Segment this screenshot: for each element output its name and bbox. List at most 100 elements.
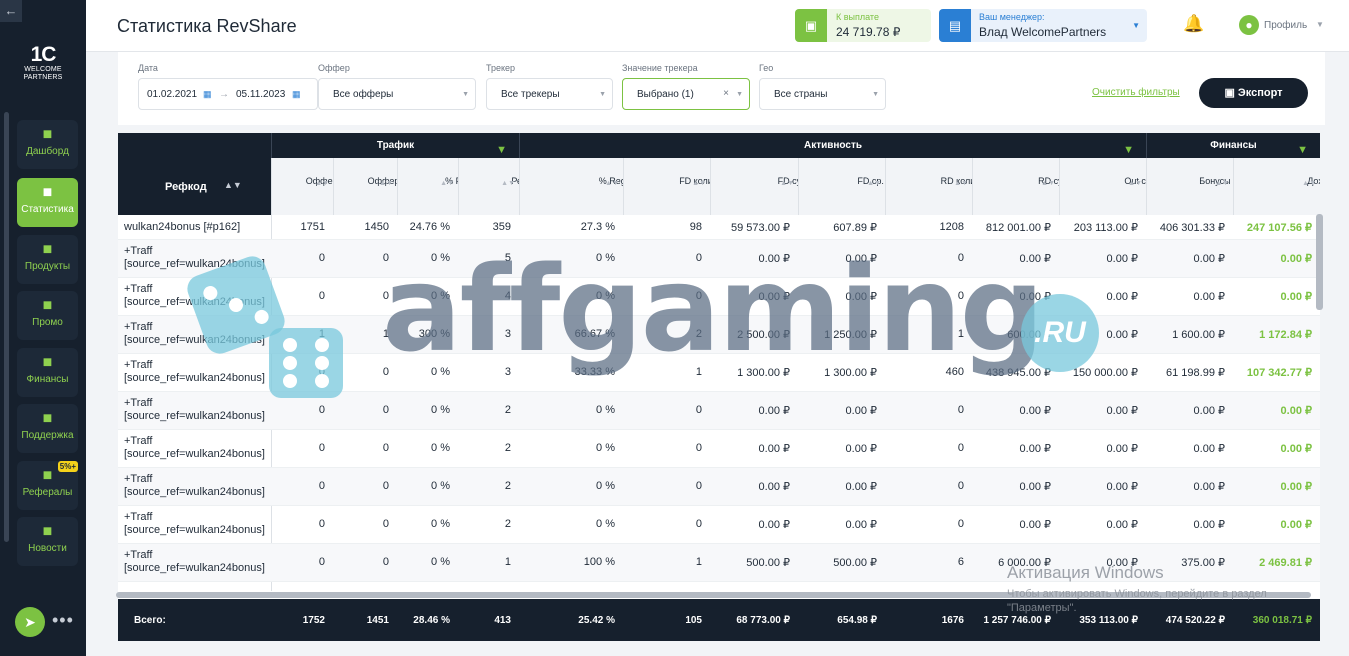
brand-logo[interactable]: 1C WELCOME PARTNERS [18, 44, 68, 82]
tracker-select[interactable]: Все трекеры ▼ [486, 78, 613, 110]
column-header-out_sum[interactable]: Out сумма▲▼ [1059, 158, 1168, 215]
cell-fd_count: 0 [695, 518, 702, 530]
windows-activation-notice: Активация Windows Чтобы активировать Win… [1007, 563, 1327, 615]
collapse-sidebar-button[interactable]: ← [0, 0, 22, 22]
refcode-header[interactable]: Рефкод ▲▼ [118, 133, 271, 215]
cell-fd_sum: 2 500.00 ₽ [737, 329, 790, 341]
column-header-income[interactable]: Доход▲▼ [1233, 158, 1320, 215]
column-header-reg2dep[interactable]: % Reg2Dep▲▼ [519, 158, 647, 215]
sidebar-item-0[interactable]: ■ Дашборд [17, 120, 78, 169]
cell-reg_pct: 300 % [418, 328, 450, 340]
sort-icon[interactable]: ▲▼ [780, 180, 794, 187]
sidebar-item-6[interactable]: ■ Рефералы 5%+ [17, 461, 78, 510]
cell-out_sum: 0.00 ₽ [1106, 481, 1138, 493]
table-row[interactable]: +Traff [source_ref=wulkan24bonus] 0 0 0 % 2 0… [118, 468, 1320, 506]
clear-icon[interactable]: × [723, 88, 729, 99]
column-header-fd_count[interactable]: FD количество▲▼ [623, 158, 741, 215]
sidebar-item-2[interactable]: ■ Продукты [17, 235, 78, 284]
calendar-icon[interactable]: ▦ [292, 89, 301, 100]
total-fd_sum: 68 773.00 ₽ [736, 615, 790, 626]
column-header-hosts[interactable]: Оффер хосты▲▼ [333, 158, 426, 215]
manager-dropdown[interactable]: ▤ Ваш менеджер: Влад WelcomePartners ▼ [939, 9, 1147, 42]
column-header-reg_pct[interactable]: % Рег.▲▼ [397, 158, 471, 215]
sort-icon[interactable]: ▲▼ [1041, 180, 1055, 187]
cell-reg: 2 [504, 518, 511, 530]
total-bonus: 474 520.22 ₽ [1165, 615, 1225, 626]
table-row[interactable]: wulkan24bonus [#p162] 1751 1450 24.76 % 359 2… [118, 215, 1320, 240]
date-from[interactable]: 01.02.2021 [147, 89, 197, 100]
sort-icon[interactable]: ▲▼ [692, 180, 706, 187]
cell-fd_avg: 500.00 ₽ [833, 557, 877, 569]
bell-icon[interactable]: 🔔 [1183, 14, 1204, 34]
more-dots-icon[interactable]: ••• [52, 610, 74, 631]
cell-fd_count: 0 [695, 442, 702, 454]
vertical-scrollbar[interactable] [1316, 214, 1323, 310]
cell-reg: 2 [504, 404, 511, 416]
tracker-value-select[interactable]: Выбрано (1) × ▼ [622, 78, 750, 110]
column-header-reg[interactable]: Рег.▲▼ [458, 158, 527, 215]
sort-icon[interactable]: ▲▼ [605, 180, 619, 187]
table-row[interactable]: +Traff [source_ref=wulkan24bonus] 0 0 0 % 4 0… [118, 278, 1320, 316]
column-header-bonus[interactable]: Бонусы игрокам▲▼ [1146, 158, 1267, 215]
sort-icon[interactable]: ▲▼ [224, 180, 242, 190]
column-header-hits[interactable]: Оффер хиты▲▼ [271, 158, 360, 215]
sidebar-item-7[interactable]: ■ Новости [17, 517, 78, 566]
cell-hits: 0 [318, 252, 325, 264]
sort-icon[interactable]: ▲▼ [379, 180, 393, 187]
table-row[interactable]: +Traff [source_ref=wulkan24bonus] 0 0 0 % 2 0… [118, 430, 1320, 468]
sort-icon[interactable]: ▲▼ [954, 180, 968, 187]
date-range-picker[interactable]: 01.02.2021 ▦ → 05.11.2023 ▦ [138, 78, 318, 110]
table-row[interactable]: +Traff [source_ref=wulkan24bonus] 0 0 0 % 2 0… [118, 506, 1320, 544]
total-fd_count: 105 [685, 615, 702, 626]
table-row[interactable]: +Traff [source_ref=wulkan24bonus] 1 1 300 %… [118, 316, 1320, 354]
cell-fd_avg: 0.00 ₽ [845, 443, 877, 455]
export-button[interactable]: ▣ Экспорт [1199, 78, 1308, 108]
sidebar-scrollbar[interactable] [4, 112, 9, 542]
cell-rd_sum: 0.00 ₽ [1019, 291, 1051, 303]
profile-menu[interactable]: Профиль [1264, 20, 1307, 31]
arrow-right-icon: → [219, 89, 229, 100]
cell-hosts: 0 [382, 252, 389, 264]
cell-reg_pct: 0 % [431, 442, 450, 454]
sidebar-item-1[interactable]: ■ Статистика [17, 178, 78, 227]
sort-icon[interactable]: ▲▼ [1128, 180, 1142, 187]
table-row[interactable]: +Traff [source_ref=wulkan24bonus] 0 0 0 % 3 3… [118, 354, 1320, 392]
geo-select[interactable]: Все страны ▼ [759, 78, 886, 110]
home-icon: ■ [42, 126, 53, 143]
cell-rd_sum: 0.00 ₽ [1019, 405, 1051, 417]
clear-filters-link[interactable]: Очистить фильтры [1092, 87, 1180, 98]
sidebar-item-4[interactable]: ■ Финансы [17, 348, 78, 397]
offer-select[interactable]: Все офферы ▼ [318, 78, 476, 110]
sort-icon[interactable]: ▲▼ [501, 180, 515, 187]
sort-icon[interactable]: ▲▼ [1302, 180, 1316, 187]
telegram-icon[interactable]: ➤ [15, 607, 45, 637]
payout-widget[interactable]: ▣ К выплате 24 719.78 ₽ [795, 9, 931, 42]
column-header-fd_sum[interactable]: FD сумма▲▼ [710, 158, 818, 215]
sidebar-item-5[interactable]: ■ Поддержка [17, 404, 78, 453]
cell-hits: 0 [318, 366, 325, 378]
cell-hosts: 0 [382, 404, 389, 416]
chevron-down-icon[interactable]: ▼ [1316, 20, 1324, 29]
column-header-rd_count[interactable]: RD количество▲▼ [885, 158, 1003, 215]
cell-fd_sum: 0.00 ₽ [758, 481, 790, 493]
column-header-fd_avg[interactable]: FD ср. сумма▲▼ [798, 158, 913, 215]
date-to[interactable]: 05.11.2023 [236, 89, 285, 100]
sort-icon[interactable]: ▲▼ [440, 180, 454, 187]
sidebar-item-3[interactable]: ■ Промо [17, 291, 78, 340]
column-header-rd_sum[interactable]: RD сумма▲▼ [972, 158, 1080, 215]
cell-rd_sum: 812 001.00 ₽ [985, 222, 1051, 234]
cell-fd_count: 0 [695, 252, 702, 264]
refcode-cell: +Traff [source_ref=wulkan24bonus] [124, 359, 265, 384]
cell-fd_count: 98 [689, 221, 702, 233]
sort-icon[interactable]: ▲▼ [315, 180, 329, 187]
group-traffic-label: Трафик [376, 140, 415, 151]
calendar-icon[interactable]: ▦ [203, 89, 212, 100]
avatar[interactable]: ● [1239, 15, 1259, 35]
cell-reg_pct: 0 % [431, 480, 450, 492]
refcode-cell: +Traff [source_ref=wulkan24bonus] [124, 321, 265, 346]
sort-icon[interactable]: ▲▼ [1215, 180, 1229, 187]
table-row[interactable]: +Traff [source_ref=wulkan24bonus] 0 0 0 % 5 0… [118, 240, 1320, 278]
sort-icon[interactable]: ▲▼ [867, 180, 881, 187]
cell-hosts: 0 [382, 518, 389, 530]
table-row[interactable]: +Traff [source_ref=wulkan24bonus] 0 0 0 % 2 0… [118, 392, 1320, 430]
